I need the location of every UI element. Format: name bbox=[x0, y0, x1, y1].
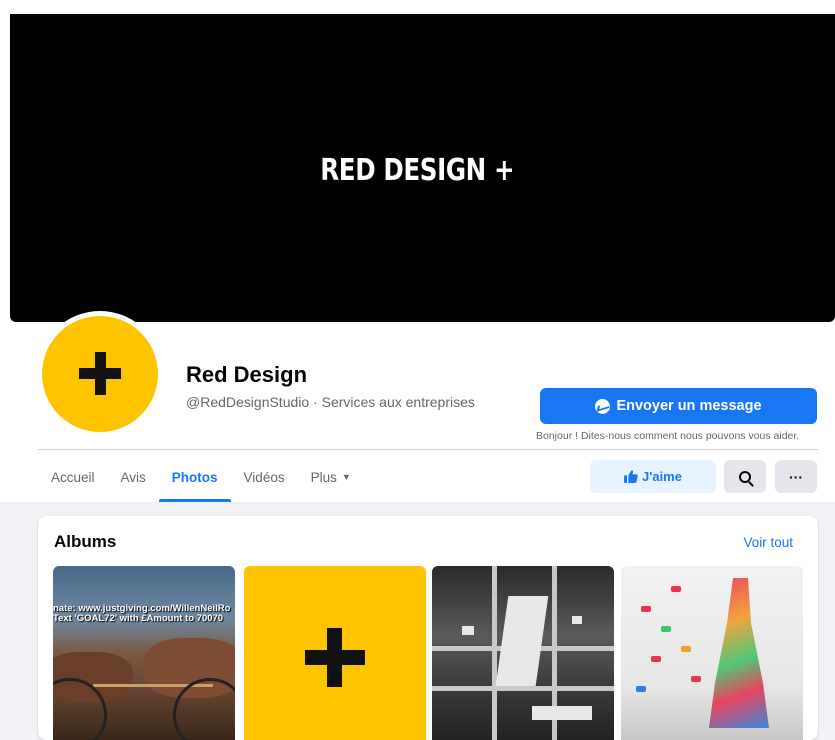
profile-avatar[interactable] bbox=[37, 311, 163, 437]
album-thumbnail-sculpture[interactable] bbox=[621, 566, 803, 740]
like-button[interactable]: J'aime bbox=[590, 460, 716, 493]
tab-label: Avis bbox=[120, 469, 146, 485]
album-image-detail bbox=[462, 626, 474, 635]
cover-photo[interactable]: RED DESIGN + bbox=[10, 14, 835, 322]
avatar-logo bbox=[42, 316, 158, 432]
thumbs-up-icon bbox=[624, 470, 638, 483]
search-icon bbox=[739, 470, 751, 483]
tab-label: Photos bbox=[171, 469, 218, 485]
plus-logo-vertical bbox=[327, 628, 342, 687]
message-hint: Bonjour ! Dites-nous comment nous pouvon… bbox=[536, 430, 800, 442]
tab-accueil[interactable]: Accueil bbox=[38, 452, 108, 502]
album-image-detail bbox=[636, 686, 646, 692]
album-caption-line: Text 'GOAL72' with £Amount to 70070 bbox=[53, 613, 224, 624]
album-image-detail bbox=[671, 586, 681, 592]
tab-avis[interactable]: Avis bbox=[108, 452, 159, 502]
album-image-detail bbox=[651, 656, 661, 662]
tab-label: Accueil bbox=[51, 469, 95, 485]
album-image-detail bbox=[681, 646, 691, 652]
album-caption: nate: www.justgiving.com/WillenNeilRo Te… bbox=[53, 604, 235, 624]
caret-down-icon: ▼ bbox=[341, 472, 351, 482]
like-label: J'aime bbox=[642, 469, 682, 484]
albums-card: Albums Voir tout nate: www.justgiving.co… bbox=[38, 516, 818, 740]
tab-label: Vidéos bbox=[243, 469, 285, 485]
cover-text: RED DESIGN + bbox=[320, 152, 515, 188]
send-message-button[interactable]: Envoyer un message bbox=[540, 388, 817, 424]
tab-photos[interactable]: Photos bbox=[158, 452, 231, 502]
album-image-detail bbox=[661, 626, 671, 632]
see-all-link[interactable]: Voir tout bbox=[743, 535, 793, 550]
album-thumbnail-bicycle[interactable]: nate: www.justgiving.com/WillenNeilRo Te… bbox=[53, 566, 235, 740]
album-thumbnail-installation[interactable] bbox=[432, 566, 614, 740]
album-image-detail bbox=[492, 566, 497, 740]
messenger-icon bbox=[595, 398, 611, 414]
tab-videos[interactable]: Vidéos bbox=[231, 452, 298, 502]
header-divider bbox=[38, 449, 818, 450]
more-options-button[interactable]: ··· bbox=[775, 460, 817, 493]
search-button[interactable] bbox=[724, 460, 766, 493]
page-subtitle: @RedDesignStudio · Services aux entrepri… bbox=[186, 394, 475, 410]
album-image-detail bbox=[641, 606, 651, 612]
send-message-label: Envoyer un message bbox=[616, 398, 762, 414]
album-thumbnail-logo[interactable] bbox=[244, 566, 426, 740]
tab-label: Plus bbox=[310, 469, 337, 485]
album-image-detail bbox=[709, 578, 769, 728]
page-title: Red Design bbox=[186, 362, 308, 387]
album-image-detail bbox=[532, 706, 592, 720]
album-image-detail bbox=[495, 596, 549, 686]
plus-logo-vertical bbox=[95, 352, 106, 395]
album-image-detail bbox=[572, 616, 582, 624]
albums-title: Albums bbox=[54, 532, 117, 551]
page-tabs: Accueil Avis Photos Vidéos Plus ▼ bbox=[38, 452, 364, 502]
album-image-detail bbox=[432, 686, 614, 691]
album-image-detail bbox=[691, 676, 701, 682]
more-icon: ··· bbox=[789, 468, 803, 485]
tab-plus[interactable]: Plus ▼ bbox=[298, 452, 364, 502]
